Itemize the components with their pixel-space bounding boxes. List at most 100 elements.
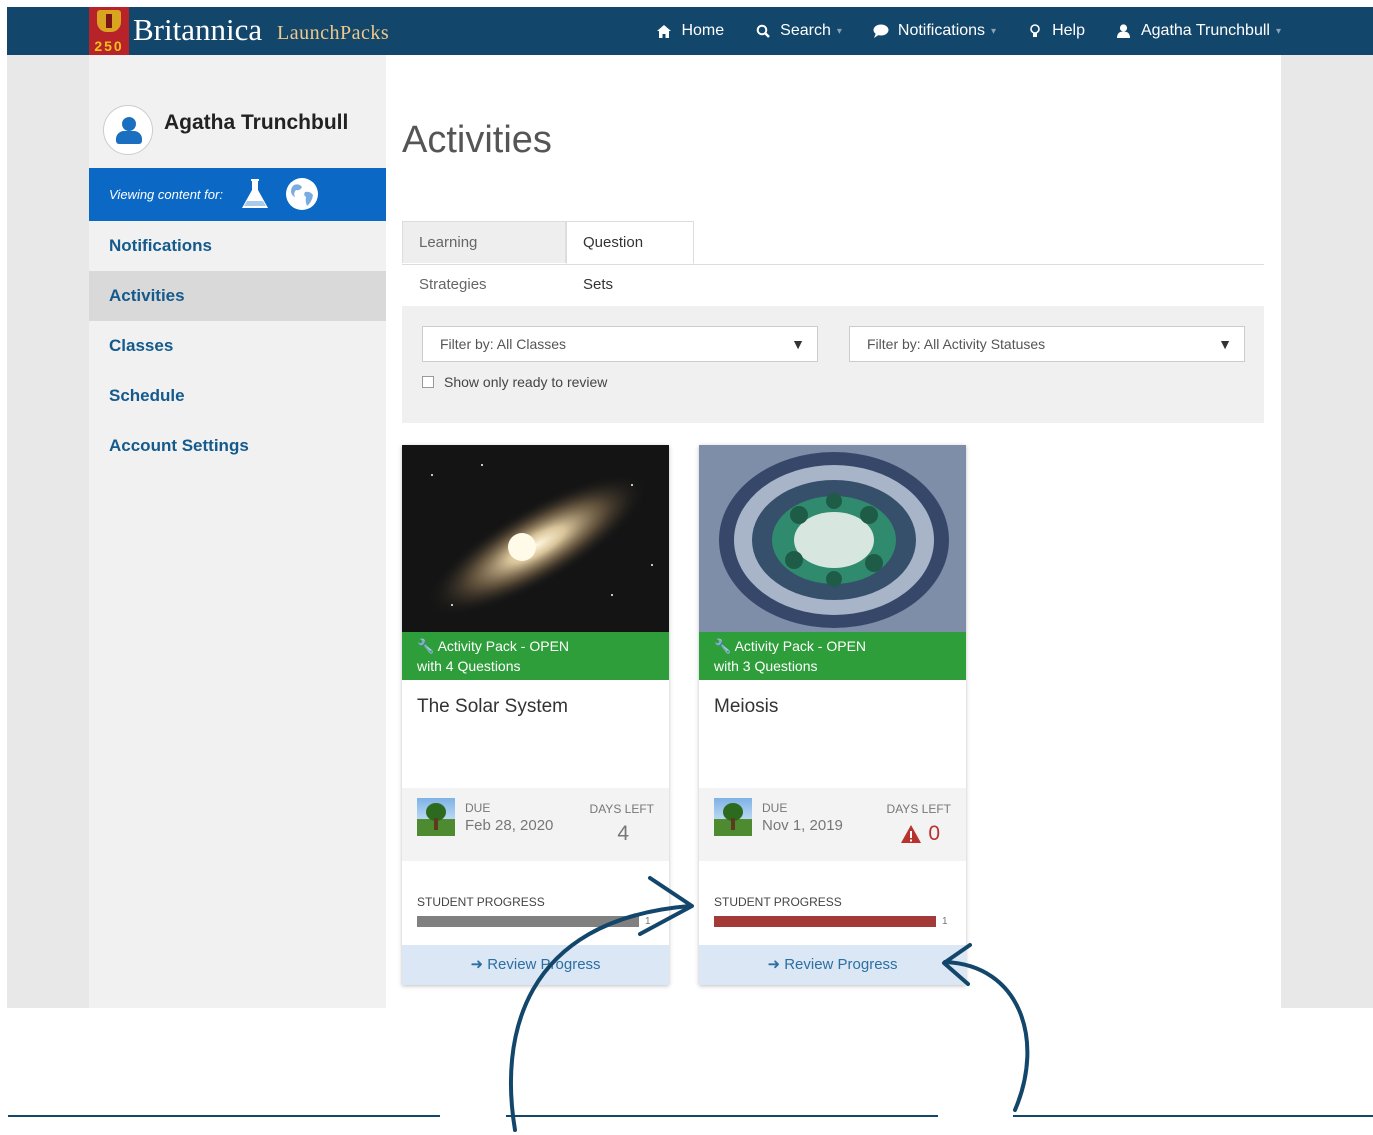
sidebar-item-activities[interactable]: Activities xyxy=(89,271,386,321)
app-window: 250 Britannica LaunchPacks Home Search ▾ xyxy=(7,7,1373,1008)
avatar xyxy=(103,105,153,155)
due-section: DUE Nov 1, 2019 DAYS LEFT 0 xyxy=(699,788,966,861)
lightbulb-icon xyxy=(1027,23,1043,39)
class-tree-icon xyxy=(714,798,752,836)
divider-line xyxy=(1013,1115,1373,1117)
checkbox-box[interactable] xyxy=(422,376,434,388)
divider-line xyxy=(506,1115,938,1117)
dropdown-arrow-icon: ▼ xyxy=(1218,336,1232,352)
sidebar-item-account-settings[interactable]: Account Settings xyxy=(89,421,386,471)
activity-tabs: Learning Strategies Question Sets xyxy=(402,221,1264,293)
activity-status-banner: 🔧 Activity Pack - OPEN with 4 Questions xyxy=(402,632,669,680)
nav-user-menu[interactable]: Agatha Trunchbull ▾ xyxy=(1116,22,1281,40)
sidebar-item-schedule[interactable]: Schedule xyxy=(89,371,386,421)
nav-search-label: Search xyxy=(780,22,831,39)
class-filter-value: Filter by: All Classes xyxy=(440,336,567,352)
days-left-label: DAYS LEFT xyxy=(589,802,654,816)
meiosis-micrograph-image xyxy=(699,445,966,632)
days-left-label: DAYS LEFT xyxy=(886,802,951,816)
ready-to-review-checkbox[interactable]: Show only ready to review xyxy=(422,374,607,390)
banner-line1: Activity Pack - OPEN xyxy=(734,638,867,654)
top-nav-bar: 250 Britannica LaunchPacks Home Search ▾ xyxy=(7,7,1373,55)
student-progress-label: STUDENT PROGRESS xyxy=(417,895,545,909)
chevron-down-icon: ▾ xyxy=(1275,25,1281,37)
thistle-crest-icon xyxy=(97,10,121,32)
activity-card[interactable]: 🔧 Activity Pack - OPEN with 4 Questions … xyxy=(402,445,669,985)
nav-menu: Home Search ▾ Notifications ▾ Help Agath… xyxy=(625,7,1281,55)
viewing-content-label: Viewing content for: xyxy=(109,187,223,202)
days-left-value: 4 xyxy=(617,822,629,845)
arrow-right-icon: ➜ xyxy=(470,956,484,973)
nav-home-label: Home xyxy=(681,22,725,39)
nav-help[interactable]: Help xyxy=(1027,22,1085,40)
tab-learning-strategies[interactable]: Learning Strategies xyxy=(402,221,566,293)
review-progress-link[interactable]: ➜ Review Progress xyxy=(402,945,669,985)
nav-search[interactable]: Search ▾ xyxy=(755,22,842,40)
status-filter-value: Filter by: All Activity Statuses xyxy=(867,336,1046,352)
galaxy-image xyxy=(402,445,669,632)
brand-name[interactable]: Britannica xyxy=(133,13,262,47)
user-profile: Agatha Trunchbull xyxy=(89,55,386,168)
banner-line1: Activity Pack - OPEN xyxy=(437,638,570,654)
student-progress-count: 1 xyxy=(942,916,948,927)
nav-notifications-label: Notifications xyxy=(897,22,986,39)
britannica-250-logo[interactable]: 250 xyxy=(89,7,129,55)
activity-card[interactable]: 🔧 Activity Pack - OPEN with 3 Questions … xyxy=(699,445,966,985)
card-title[interactable]: The Solar System xyxy=(417,696,568,718)
nav-home[interactable]: Home xyxy=(656,22,724,40)
dropdown-arrow-icon: ▼ xyxy=(791,336,805,352)
arrow-right-icon: ➜ xyxy=(767,956,781,973)
review-progress-label: Review Progress xyxy=(487,956,601,973)
student-progress-bar xyxy=(417,916,639,927)
sidebar-item-notifications[interactable]: Notifications xyxy=(89,221,386,271)
warning-icon xyxy=(901,825,922,843)
chevron-down-icon: ▾ xyxy=(991,25,997,37)
viewing-content-bar: Viewing content for: xyxy=(89,168,386,221)
sidebar: Agatha Trunchbull Viewing content for: N… xyxy=(89,55,386,1008)
nav-user-label: Agatha Trunchbull xyxy=(1140,22,1270,39)
due-label: DUE xyxy=(762,801,788,815)
card-title[interactable]: Meiosis xyxy=(714,696,778,718)
student-progress-fill xyxy=(714,916,936,927)
nav-notifications[interactable]: Notifications ▾ xyxy=(873,22,996,40)
logo-number: 250 xyxy=(89,37,129,55)
wrench-icon: 🔧 xyxy=(417,638,435,654)
class-tree-icon xyxy=(417,798,455,836)
student-progress-label: STUDENT PROGRESS xyxy=(714,895,842,909)
chat-bubble-icon xyxy=(873,23,889,39)
main-content: Activities Learning Strategies Question … xyxy=(386,55,1281,1008)
page-title: Activities xyxy=(402,119,552,161)
student-progress-count: 1 xyxy=(645,916,651,927)
due-label: DUE xyxy=(465,801,491,815)
days-left-value-overdue: 0 xyxy=(900,822,940,846)
search-icon xyxy=(755,23,771,39)
tab-question-sets[interactable]: Question Sets xyxy=(566,221,694,293)
due-date: Feb 28, 2020 xyxy=(465,817,554,834)
brand-product[interactable]: LaunchPacks xyxy=(277,22,389,45)
wrench-icon: 🔧 xyxy=(714,638,732,654)
due-section: DUE Feb 28, 2020 DAYS LEFT 4 xyxy=(402,788,669,861)
sidebar-user-name: Agatha Trunchbull xyxy=(164,111,349,134)
flask-icon[interactable] xyxy=(240,177,270,216)
globe-icon[interactable] xyxy=(285,177,319,216)
class-filter-select[interactable]: Filter by: All Classes ▼ xyxy=(422,326,818,362)
review-progress-link[interactable]: ➜ Review Progress xyxy=(699,945,966,985)
activity-status-banner: 🔧 Activity Pack - OPEN with 3 Questions xyxy=(699,632,966,680)
chevron-down-icon: ▾ xyxy=(836,25,842,37)
nav-help-label: Help xyxy=(1052,22,1085,39)
banner-line2: with 3 Questions xyxy=(714,658,818,674)
filter-panel: Filter by: All Classes ▼ Filter by: All … xyxy=(402,306,1264,423)
student-progress-bar xyxy=(714,916,936,927)
sidebar-item-classes[interactable]: Classes xyxy=(89,321,386,371)
status-filter-select[interactable]: Filter by: All Activity Statuses ▼ xyxy=(849,326,1245,362)
divider-line xyxy=(8,1115,440,1117)
user-icon xyxy=(1116,23,1132,39)
ready-to-review-label: Show only ready to review xyxy=(444,374,608,390)
banner-line2: with 4 Questions xyxy=(417,658,521,674)
review-progress-label: Review Progress xyxy=(784,956,898,973)
student-progress-fill xyxy=(417,916,639,927)
days-left-value: 0 xyxy=(928,822,940,845)
due-date: Nov 1, 2019 xyxy=(762,817,843,834)
sidebar-menu: Notifications Activities Classes Schedul… xyxy=(89,221,386,471)
home-icon xyxy=(656,23,672,39)
